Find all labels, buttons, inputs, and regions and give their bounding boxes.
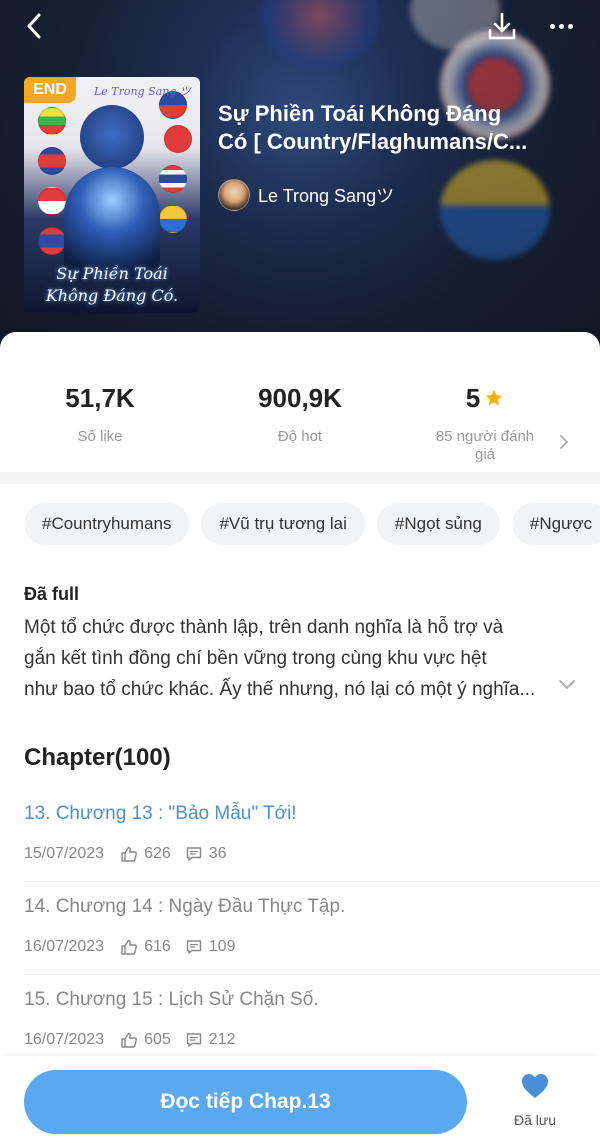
cover-character-head xyxy=(80,105,144,169)
tag-chip[interactable]: #Countryhumans xyxy=(24,503,190,545)
download-button[interactable] xyxy=(484,10,520,44)
chevron-right-icon[interactable] xyxy=(558,434,570,450)
chapter-item[interactable]: 14. Chương 14 : Ngày Đầu Thực Tập. 16/07… xyxy=(0,896,600,988)
rating-value: 5 xyxy=(465,383,481,413)
cover-title-text: Sự Phiền Toái Không Đáng Có. xyxy=(45,264,179,305)
cover-flag xyxy=(38,187,66,215)
comment-icon xyxy=(186,940,201,954)
author-name: Le Trong Sangツ xyxy=(258,186,395,206)
description-line: Một tổ chức được thành lập, trên danh ng… xyxy=(24,617,504,638)
expand-chevron-icon[interactable] xyxy=(558,678,576,690)
more-options-button[interactable] xyxy=(540,10,582,42)
cover-flag xyxy=(38,107,66,135)
back-button[interactable] xyxy=(18,10,50,42)
cover-flag xyxy=(38,147,66,175)
story-description[interactable]: Một tổ chức được thành lập, trên danh ng… xyxy=(24,612,554,705)
download-icon xyxy=(488,12,516,40)
story-cover[interactable]: Le Trong Sang ツ Sự Phiền Toái Không Đáng… xyxy=(24,77,200,313)
chapter-date: 16/07/2023 xyxy=(24,1031,105,1048)
author-avatar xyxy=(218,179,250,211)
chapter-divider xyxy=(24,881,600,882)
stat-rating[interactable]: 5 85 người đánh giá xyxy=(385,382,585,464)
chapter-comments: 109 xyxy=(208,938,236,955)
description-line: gắn kết tình đồng chí bền vững trong cùn… xyxy=(24,648,487,669)
cover-flag xyxy=(159,165,187,193)
back-icon xyxy=(27,13,41,39)
chapter-likes: 605 xyxy=(144,1031,171,1048)
thumbs-up-icon xyxy=(121,846,138,862)
stat-likes: 51,7K Số like xyxy=(0,382,200,446)
tag-chip[interactable]: #Ngọt sủng xyxy=(376,503,500,545)
hot-count: 900,9K xyxy=(258,383,342,413)
section-divider xyxy=(0,472,600,484)
chapter-likes: 626 xyxy=(144,845,171,862)
story-header: Le Trong Sang ツ Sự Phiền Toái Không Đáng… xyxy=(0,0,600,360)
hot-label: Độ hot xyxy=(277,428,323,445)
comment-icon xyxy=(186,847,201,861)
story-title-line1: Sự Phiền Toái Không Đáng xyxy=(218,101,502,126)
chapter-comments: 36 xyxy=(208,845,227,862)
stats-row: 51,7K Số like 900,9K Độ hot 5 85 người đ… xyxy=(0,332,600,472)
chapter-likes: 616 xyxy=(144,938,171,955)
tag-list: #Countryhumans #Vũ trụ tương lai #Ngọt sủn… xyxy=(24,503,600,545)
bottom-action-bar: Đọc tiếp Chap.13 Đã lưu xyxy=(0,1056,600,1147)
completed-badge: END xyxy=(24,77,76,103)
chapter-date: 15/07/2023 xyxy=(24,845,105,862)
heart-icon xyxy=(522,1074,548,1098)
description-status: Đã full xyxy=(24,584,80,604)
tag-chip[interactable]: #Vũ trụ tương lai xyxy=(201,503,365,545)
star-icon xyxy=(485,389,503,406)
story-detail-card: 51,7K Số like 900,9K Độ hot 5 85 người đ… xyxy=(0,332,600,1147)
comment-icon xyxy=(186,1033,201,1047)
description-line: như bao tổ chức khác. Ấy thế nhưng, nó l… xyxy=(24,679,536,700)
story-title-line2: Có [ Country/Flaghumans/C... xyxy=(218,129,528,154)
cover-author-signature: Le Trong Sang ツ xyxy=(94,85,191,98)
chapter-meta: 16/07/2023 616 109 xyxy=(24,938,249,956)
more-icon xyxy=(549,23,555,29)
rating-count-label: 85 người đánh giá xyxy=(435,428,535,463)
tag-chip[interactable]: #Ngược xyxy=(511,503,600,545)
chapter-list-heading: Chapter(100) xyxy=(24,744,171,771)
cover-character-body xyxy=(64,167,160,277)
saved-label: Đã lưu xyxy=(513,1112,557,1128)
chapter-comments: 212 xyxy=(208,1031,236,1048)
chapter-divider xyxy=(24,974,600,975)
story-title: Sự Phiền Toái Không Đáng Có [ Country/Fl… xyxy=(218,100,578,156)
likes-count: 51,7K xyxy=(65,383,135,413)
continue-reading-button[interactable]: Đọc tiếp Chap.13 xyxy=(24,1070,467,1134)
chapter-item[interactable]: 13. Chương 13 : "Bảo Mẫu" Tới! 15/07/202… xyxy=(0,803,600,895)
author-link[interactable]: Le Trong Sangツ xyxy=(218,178,394,212)
thumbs-up-icon xyxy=(121,939,138,955)
chapter-title: 15. Chương 15 : Lịch Sử Chặn Số. xyxy=(24,989,319,1010)
chapter-title: 14. Chương 14 : Ngày Đầu Thực Tập. xyxy=(24,896,346,917)
chapter-date: 16/07/2023 xyxy=(24,938,105,955)
cover-flag xyxy=(38,227,66,255)
saved-button[interactable]: Đã lưu xyxy=(500,1072,570,1132)
chapter-meta: 16/07/2023 605 212 xyxy=(24,1031,249,1049)
likes-label: Số like xyxy=(77,428,123,445)
chapter-meta: 15/07/2023 626 36 xyxy=(24,845,241,863)
thumbs-up-icon xyxy=(121,1032,138,1048)
cover-flag xyxy=(164,125,192,153)
chapter-title: 13. Chương 13 : "Bảo Mẫu" Tới! xyxy=(24,803,297,824)
cover-flag xyxy=(159,205,187,233)
stat-hot: 900,9K Độ hot xyxy=(200,382,400,446)
